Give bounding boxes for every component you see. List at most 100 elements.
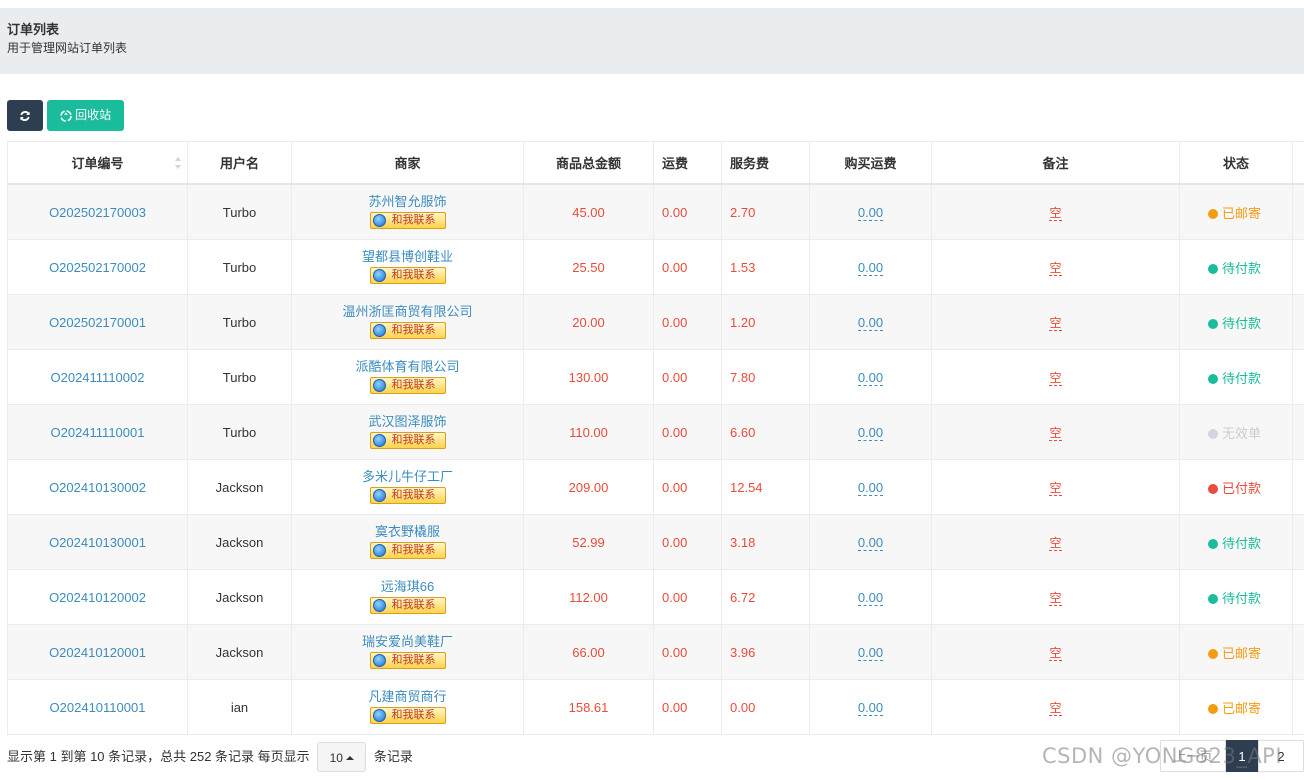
shop-cell: 多米儿牛仔工厂 和我联系 (291, 459, 524, 515)
table-row: O202411110001 Turbo 武汉图泽服饰 和我联系 110.00 0.00 6.… (7, 404, 1304, 460)
buy-freight-editable[interactable]: 0.00 (857, 369, 884, 386)
remark-editable[interactable]: 空 (1049, 535, 1062, 551)
goods-total-cell: 52.99 (523, 514, 654, 570)
page-size-select[interactable]: 10 (317, 742, 367, 772)
shop-name-link[interactable]: 苏州智允服饰 (293, 193, 523, 211)
buy-freight-editable[interactable]: 0.00 (857, 259, 884, 276)
qq-icon (372, 268, 386, 282)
table-row: O202502170001 Turbo 温州浙匡商贸有限公司 和我联系 20.00 0.0… (7, 294, 1304, 350)
status-cell: 待付款 (1179, 569, 1293, 625)
sort-icon[interactable] (174, 156, 182, 170)
status-dot (1208, 593, 1218, 604)
column-header-user[interactable]: 用户名 (187, 141, 292, 185)
freight: 0.00 (662, 314, 688, 330)
remark-cell: 空 (931, 239, 1180, 295)
order-no-cell: O202502170003 (7, 183, 188, 240)
buy-freight-editable[interactable]: 0.00 (857, 644, 884, 661)
contact-me-button[interactable]: 和我联系 (369, 706, 446, 724)
shop-name-link[interactable]: 派酷体育有限公司 (293, 358, 523, 376)
order-no-link[interactable]: O202411110001 (51, 425, 145, 440)
shop-name-link[interactable]: 远海琪66 (293, 578, 523, 596)
goods-total: 158.61 (568, 699, 609, 715)
contact-me-label: 和我联系 (391, 708, 436, 721)
refresh-button[interactable] (7, 100, 43, 131)
order-no-link[interactable]: O202410120001 (49, 645, 146, 660)
contact-me-button[interactable]: 和我联系 (369, 211, 446, 229)
buy-freight-editable[interactable]: 0.00 (857, 589, 884, 606)
contact-me-button[interactable]: 和我联系 (369, 541, 446, 559)
column-header-buy-freight[interactable]: 购买运费 (809, 141, 932, 185)
remark-editable[interactable]: 空 (1049, 645, 1062, 661)
remark-editable[interactable]: 空 (1049, 370, 1062, 386)
shop-name-link[interactable]: 武汉图泽服饰 (293, 413, 523, 431)
column-header-goods-total[interactable]: 商品总金额 (523, 141, 654, 185)
buy-freight-editable[interactable]: 0.00 (857, 314, 884, 331)
buy-freight-editable[interactable]: 0.00 (857, 424, 884, 441)
remark-editable[interactable]: 空 (1049, 315, 1062, 331)
contact-me-label: 和我联系 (391, 268, 436, 281)
column-header-freight[interactable]: 运费 (653, 141, 722, 185)
status-dot (1208, 263, 1218, 274)
status-dot (1208, 318, 1218, 329)
remark-editable[interactable]: 空 (1049, 590, 1062, 606)
remark-editable[interactable]: 空 (1049, 480, 1062, 496)
status-cell: 已邮寄 (1179, 624, 1293, 680)
recycle-icon (60, 110, 72, 122)
order-no-cell: O202410110001 (7, 679, 188, 735)
buy-freight-editable[interactable]: 0.00 (857, 534, 884, 551)
service-fee-cell: 6.60 (721, 404, 810, 460)
freight: 0.00 (662, 699, 688, 715)
order-no-link[interactable]: O202410120002 (49, 590, 146, 605)
shop-name-link[interactable]: 望都县博创鞋业 (293, 248, 523, 266)
contact-me-button[interactable]: 和我联系 (369, 651, 446, 669)
buy-freight-cell: 0.00 (809, 569, 932, 625)
status-text: 待付款 (1222, 315, 1262, 331)
remark-cell: 空 (931, 569, 1180, 625)
buy-freight-editable[interactable]: 0.00 (857, 699, 884, 716)
page-1-button[interactable]: 1 (1226, 740, 1258, 772)
table-row: O202410130001 Jackson 寞衣野橇服 和我联系 52.99 0.00 3.… (7, 514, 1304, 570)
order-no-link[interactable]: O202410110001 (50, 700, 146, 715)
shop-cell: 温州浙匡商贸有限公司 和我联系 (291, 294, 524, 350)
remark-editable[interactable]: 空 (1049, 205, 1062, 221)
contact-me-label: 和我联系 (391, 598, 436, 611)
order-no-link[interactable]: O202502170001 (49, 315, 146, 330)
remark-editable[interactable]: 空 (1049, 425, 1062, 441)
goods-total-cell: 110.00 (523, 404, 654, 460)
order-no-link[interactable]: O202410130001 (49, 535, 146, 550)
order-no-link[interactable]: O202411110002 (51, 370, 145, 385)
table-row: O202410120001 Jackson 瑞安爱尚美鞋厂 和我联系 66.00 0.00… (7, 624, 1304, 680)
contact-me-button[interactable]: 和我联系 (369, 376, 446, 394)
column-header-service-fee[interactable]: 服务费 (721, 141, 810, 185)
contact-me-button[interactable]: 和我联系 (369, 596, 446, 614)
shop-name-link[interactable]: 凡建商贸商行 (293, 688, 523, 706)
order-no-link[interactable]: O202410130002 (49, 480, 146, 495)
column-header-shop[interactable]: 商家 (291, 141, 524, 185)
contact-me-button[interactable]: 和我联系 (369, 321, 446, 339)
page-2-button[interactable]: 2 (1258, 740, 1304, 772)
shop-name-link[interactable]: 多米儿牛仔工厂 (293, 468, 523, 486)
order-no-link[interactable]: O202502170002 (49, 260, 146, 275)
contact-me-button[interactable]: 和我联系 (369, 431, 446, 449)
prev-page-button[interactable]: 上一页 (1160, 740, 1226, 772)
status-cell: 待付款 (1179, 239, 1293, 295)
buy-freight-editable[interactable]: 0.00 (857, 479, 884, 496)
freight-cell: 0.00 (653, 679, 722, 735)
contact-me-button[interactable]: 和我联系 (369, 266, 446, 284)
contact-me-button[interactable]: 和我联系 (369, 486, 446, 504)
remark-editable[interactable]: 空 (1049, 700, 1062, 716)
column-header-remark[interactable]: 备注 (931, 141, 1180, 185)
column-header-status[interactable]: 状态 (1179, 141, 1293, 185)
remark-editable[interactable]: 空 (1049, 260, 1062, 276)
recycle-bin-button[interactable]: 回收站 (47, 100, 124, 131)
buy-freight-editable[interactable]: 0.00 (857, 204, 884, 221)
shop-name-link[interactable]: 瑞安爱尚美鞋厂 (293, 633, 523, 651)
operate-cell (1292, 459, 1304, 515)
username: Jackson (215, 534, 264, 550)
page-header: 订单列表 用于管理网站订单列表 (0, 8, 1304, 74)
shop-name-link[interactable]: 温州浙匡商贸有限公司 (293, 303, 523, 321)
order-no-link[interactable]: O202502170003 (49, 205, 146, 220)
user-cell: Turbo (187, 404, 292, 460)
column-header-order-no[interactable]: 订单编号 (7, 141, 188, 185)
shop-name-link[interactable]: 寞衣野橇服 (293, 523, 523, 541)
